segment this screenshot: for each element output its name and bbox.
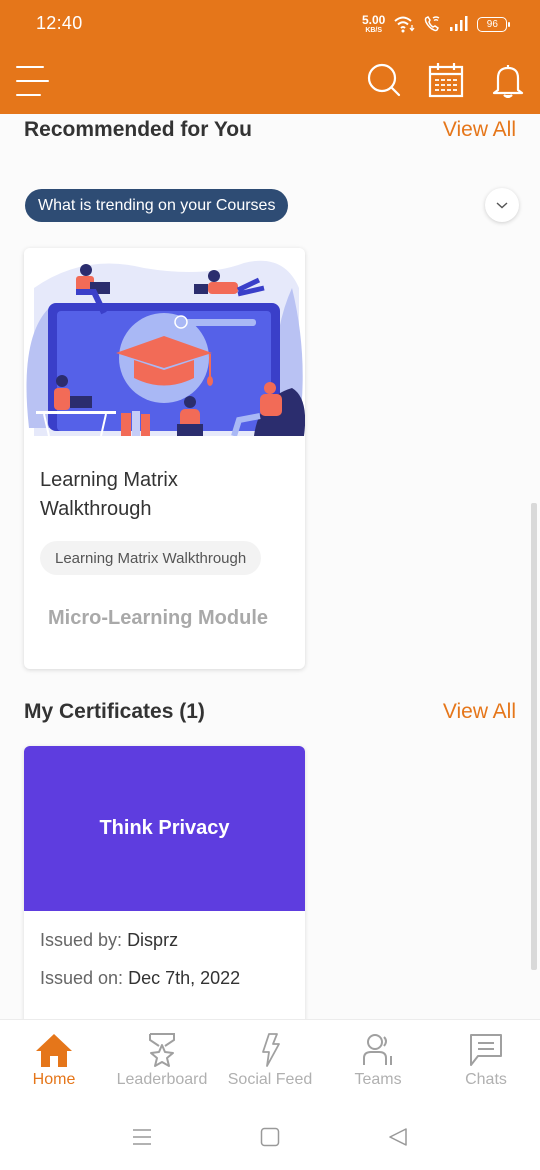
nav-social-feed[interactable]: Social Feed xyxy=(216,1020,324,1099)
menu-icon-line xyxy=(16,66,44,68)
status-icons: 5.00 KB/S 96 xyxy=(362,12,511,36)
certificate-issued-by: Issued by: Disprz xyxy=(40,930,178,951)
certificate-issued-on: Issued on: Dec 7th, 2022 xyxy=(40,968,240,989)
course-card[interactable]: Learning Matrix Walkthrough Learning Mat… xyxy=(24,248,305,669)
course-illustration xyxy=(24,248,305,436)
chevron-down-icon xyxy=(496,202,508,209)
menu-button[interactable] xyxy=(16,64,50,98)
certificates-view-all-link[interactable]: View All xyxy=(443,700,516,724)
chat-icon xyxy=(470,1034,502,1066)
course-type: Micro-Learning Module xyxy=(48,607,268,629)
recommended-view-all-link[interactable]: View All xyxy=(443,118,516,142)
status-time: 12:40 xyxy=(36,13,83,33)
course-tag: Learning Matrix Walkthrough xyxy=(40,541,262,575)
signal-icon xyxy=(450,16,468,31)
issued-on-value: Dec 7th, 2022 xyxy=(128,968,241,988)
header-actions xyxy=(364,60,528,100)
system-nav-bar xyxy=(0,1099,540,1170)
nav-leaderboard[interactable]: Leaderboard xyxy=(108,1020,216,1099)
wifi-calling-icon xyxy=(425,16,440,32)
nav-leaderboard-label: Leaderboard xyxy=(116,1071,208,1088)
certificates-title: My Certificates (1) xyxy=(24,700,205,723)
trending-filter-pill[interactable]: What is trending on your Courses xyxy=(25,189,289,222)
certificate-name: Think Privacy xyxy=(99,817,230,839)
nav-home[interactable]: Home xyxy=(0,1020,108,1099)
search-icon xyxy=(367,63,401,97)
bottom-nav: Home Leaderboard Social Feed Teams Chats xyxy=(0,1019,540,1099)
wifi-icon xyxy=(394,16,415,33)
system-home-button[interactable] xyxy=(258,1125,282,1149)
nav-social-feed-label: Social Feed xyxy=(227,1071,313,1088)
expand-button[interactable] xyxy=(485,188,519,222)
calendar-button[interactable] xyxy=(426,60,466,100)
calendar-icon xyxy=(428,63,464,98)
medal-icon xyxy=(149,1033,175,1067)
back-icon xyxy=(389,1128,407,1146)
recent-apps-button[interactable] xyxy=(130,1125,154,1149)
nav-chats-label: Chats xyxy=(465,1071,507,1088)
certificate-card[interactable]: Think Privacy Issued by: Disprz Issued o… xyxy=(24,746,305,1036)
nav-teams[interactable]: Teams xyxy=(324,1020,432,1099)
lightning-icon xyxy=(262,1033,280,1067)
network-speed: 5.00 KB/S xyxy=(362,14,385,34)
team-icon xyxy=(363,1034,392,1065)
menu-icon-line xyxy=(16,80,49,82)
scrollbar[interactable] xyxy=(531,503,537,970)
network-speed-unit: KB/S xyxy=(365,27,383,34)
back-button[interactable] xyxy=(386,1125,410,1149)
notifications-button[interactable] xyxy=(488,60,528,100)
certificate-banner: Think Privacy xyxy=(24,746,305,911)
search-button[interactable] xyxy=(364,60,404,100)
menu-icon-line xyxy=(16,94,41,96)
app-header: 12:40 5.00 KB/S 96 xyxy=(0,0,540,114)
nav-teams-label: Teams xyxy=(354,1071,402,1088)
nav-chats[interactable]: Chats xyxy=(432,1020,540,1099)
home-button-icon xyxy=(260,1127,280,1147)
bell-icon xyxy=(492,65,524,98)
nav-home-label: Home xyxy=(32,1071,76,1088)
course-title: Learning Matrix Walkthrough xyxy=(40,469,178,520)
issued-on-label: Issued on: xyxy=(40,968,124,988)
recommended-title: Recommended for You xyxy=(24,118,252,141)
issued-by-label: Issued by: xyxy=(40,930,123,950)
network-speed-value: 5.00 xyxy=(362,13,386,27)
battery-indicator: 96 xyxy=(477,16,511,32)
issued-by-value: Disprz xyxy=(127,930,179,950)
recent-apps-icon xyxy=(133,1129,151,1145)
home-icon xyxy=(36,1034,72,1067)
